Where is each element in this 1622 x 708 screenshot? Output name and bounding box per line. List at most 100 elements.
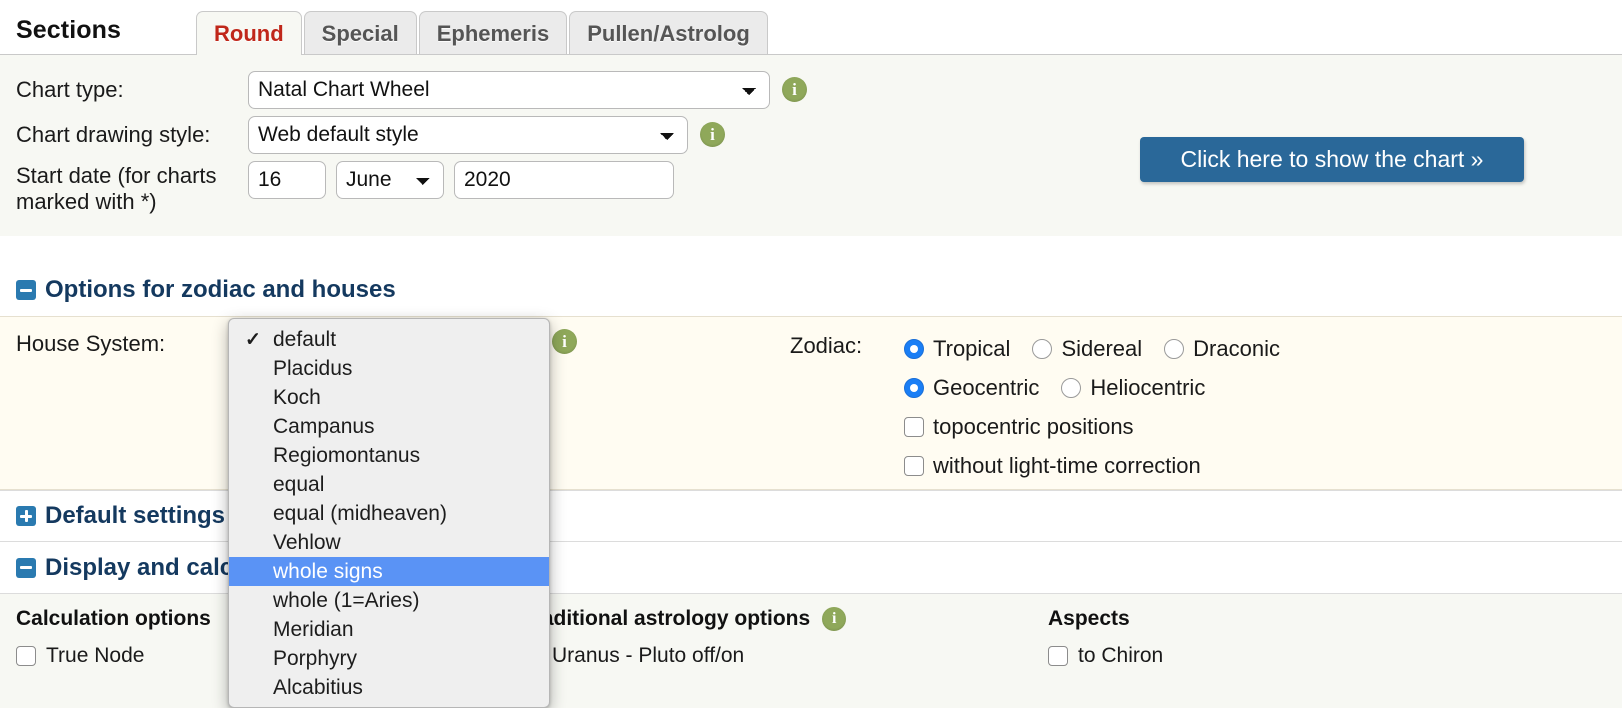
uranus-pluto-label: Uranus - Pluto off/on: [552, 644, 745, 667]
tab-list: Round Special Ephemeris Pullen/Astrolog: [196, 11, 768, 55]
to-chiron-checkbox[interactable]: [1048, 646, 1068, 666]
house-system-label: House System:: [16, 331, 166, 356]
chart-type-label: Chart type:: [16, 76, 124, 102]
house-system-option-porphyry[interactable]: Porphyry: [229, 644, 549, 673]
without-light-time-correction-option[interactable]: without light-time correction: [904, 453, 1201, 479]
house-system-option-label: whole signs: [273, 559, 383, 583]
start-date-label: Start date (for charts marked with *): [16, 163, 217, 214]
house-system-option-whole-1-aries[interactable]: whole (1=Aries): [229, 586, 549, 615]
topocentric-row: topocentric positions: [904, 407, 1302, 446]
house-system-option-label: equal (midheaven): [273, 501, 447, 525]
info-icon[interactable]: i: [782, 77, 807, 102]
traditional-options-column: Traditional astrology options i Uranus -…: [522, 607, 847, 668]
start-month-select[interactable]: June: [336, 160, 444, 199]
traditional-options-title: Traditional astrology options i: [522, 607, 847, 631]
plus-icon[interactable]: [16, 506, 36, 526]
uranus-pluto-option[interactable]: Uranus - Pluto off/on: [522, 644, 846, 668]
house-system-option-equal-midheaven[interactable]: equal (midheaven): [229, 499, 549, 528]
house-system-option-label: equal: [273, 472, 325, 496]
minus-icon[interactable]: [16, 557, 36, 578]
tab-pullen-astrolog[interactable]: Pullen/Astrolog: [569, 11, 768, 55]
true-node-label: True Node: [46, 644, 145, 667]
house-system-option-campanus[interactable]: Campanus: [229, 412, 549, 441]
house-system-dropdown-menu[interactable]: ✓ default Placidus Koch Campanus Regiomontanu…: [228, 318, 550, 708]
without-light-time-correction-check[interactable]: [904, 455, 924, 476]
chart-type-row: Chart type: Natal Chart Wheel i: [16, 67, 807, 112]
page-root: Sections Round Special Ephemeris Pullen/Ast…: [0, 0, 1622, 708]
traditional-options-title-label: Traditional astrology options: [522, 607, 811, 630]
to-chiron-label: to Chiron: [1078, 644, 1164, 667]
house-system-option-label: Porphyry: [273, 646, 358, 670]
house-system-option-koch[interactable]: Koch: [229, 383, 549, 412]
house-system-option-label: Vehlow: [273, 530, 341, 554]
draconic-radio[interactable]: [1164, 338, 1185, 359]
geocentric-radio[interactable]: [904, 377, 924, 398]
house-system-option-label: Regiomontanus: [273, 443, 421, 467]
tropical-label: Tropical: [933, 335, 1011, 361]
section-header-zodiac-houses[interactable]: Options for zodiac and houses: [0, 264, 1622, 316]
geocentric-label: Geocentric: [933, 374, 1040, 400]
chart-options-panel: Chart type: Natal Chart Wheel i Chart dr…: [0, 54, 1622, 236]
show-chart-button[interactable]: Click here to show the chart »: [1140, 137, 1524, 182]
section-header-default-settings-label: Default settings: [45, 502, 226, 529]
chart-style-row: Chart drawing style: Web default style i: [16, 112, 807, 157]
house-system-option-label: Placidus: [273, 356, 353, 380]
house-system-option-label: default: [273, 327, 337, 351]
aspects-column: Aspects to Chiron: [1048, 607, 1163, 668]
minus-icon[interactable]: [16, 280, 36, 300]
aspects-title: Aspects: [1048, 607, 1130, 630]
tab-ephemeris[interactable]: Ephemeris: [418, 11, 568, 55]
geocentric-option[interactable]: Geocentric: [904, 375, 1039, 401]
info-icon[interactable]: i: [700, 122, 725, 147]
heliocentric-radio[interactable]: [1061, 377, 1082, 398]
topocentric-positions-label: topocentric positions: [933, 413, 1134, 439]
zodiac-option-rows: Tropical Sidereal Draconic Geocentric Helio…: [904, 329, 1302, 485]
true-node-option[interactable]: True Node: [16, 644, 211, 668]
light-time-row: without light-time correction: [904, 446, 1302, 485]
house-system-option-regiomontanus[interactable]: Regiomontanus: [229, 441, 549, 470]
house-system-info: i: [552, 329, 577, 354]
center-type-row: Geocentric Heliocentric: [904, 368, 1302, 407]
checkmark-icon: ✓: [245, 329, 261, 350]
topocentric-positions-option[interactable]: topocentric positions: [904, 414, 1134, 440]
house-system-option-vehlow[interactable]: Vehlow: [229, 528, 549, 557]
without-light-time-correction-label: without light-time correction: [933, 452, 1201, 478]
house-system-option-whole-signs[interactable]: whole signs: [229, 557, 549, 586]
house-system-option-meridian[interactable]: Meridian: [229, 615, 549, 644]
sidereal-radio[interactable]: [1032, 338, 1053, 359]
start-date-row: Start date (for charts marked with *) Ju…: [16, 157, 807, 214]
house-system-option-equal[interactable]: equal: [229, 470, 549, 499]
tab-strip: Sections Round Special Ephemeris Pullen/Ast…: [0, 0, 1622, 55]
start-year-input[interactable]: [454, 160, 674, 199]
house-system-option-label: whole (1=Aries): [273, 588, 420, 612]
info-icon[interactable]: i: [822, 607, 847, 631]
house-system-option-label: Meridian: [273, 617, 354, 641]
house-system-option-label: Campanus: [273, 414, 375, 438]
section-header-zodiac-houses-label: Options for zodiac and houses: [45, 276, 396, 303]
house-system-option-placidus[interactable]: Placidus: [229, 354, 549, 383]
heliocentric-label: Heliocentric: [1090, 374, 1206, 400]
house-system-option-default[interactable]: ✓ default: [229, 325, 549, 354]
topocentric-positions-check[interactable]: [904, 416, 924, 437]
house-system-option-label: Alcabitius: [273, 675, 363, 699]
sidereal-option[interactable]: Sidereal: [1032, 336, 1142, 362]
tropical-radio[interactable]: [904, 338, 924, 359]
to-chiron-option[interactable]: to Chiron: [1048, 644, 1163, 668]
chart-style-label: Chart drawing style:: [16, 121, 211, 147]
house-system-option-alcabitius[interactable]: Alcabitius: [229, 673, 549, 702]
tab-special[interactable]: Special: [303, 11, 417, 55]
tab-round[interactable]: Round: [196, 11, 302, 55]
sidereal-label: Sidereal: [1061, 335, 1143, 361]
chart-style-select[interactable]: Web default style: [248, 115, 688, 154]
start-day-input[interactable]: [248, 160, 326, 199]
heliocentric-option[interactable]: Heliocentric: [1061, 375, 1205, 401]
draconic-label: Draconic: [1193, 335, 1280, 361]
draconic-option[interactable]: Draconic: [1164, 336, 1280, 362]
house-system-option-label: Koch: [273, 385, 321, 409]
tropical-option[interactable]: Tropical: [904, 336, 1010, 362]
info-icon[interactable]: i: [552, 329, 577, 354]
true-node-checkbox[interactable]: [16, 646, 36, 666]
chart-type-select[interactable]: Natal Chart Wheel: [248, 70, 770, 109]
zodiac-type-row: Tropical Sidereal Draconic: [904, 329, 1302, 368]
calculation-options-title: Calculation options: [16, 607, 211, 630]
